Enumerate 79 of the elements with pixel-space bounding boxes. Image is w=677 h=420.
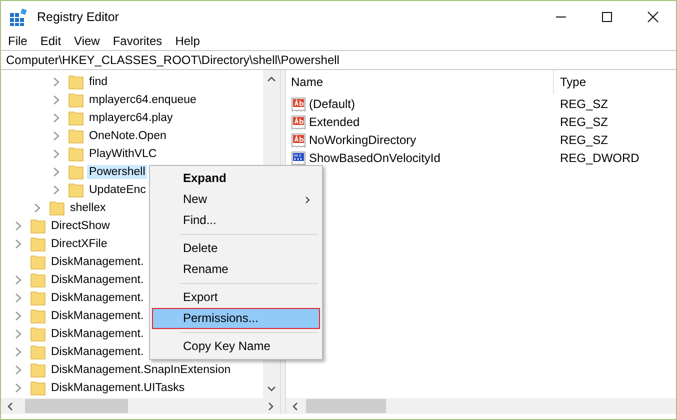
tree-item[interactable]: DiskManagement. xyxy=(49,345,146,359)
tree-item[interactable]: DiskManagement. xyxy=(49,255,146,269)
tree-item[interactable]: OneNote.Open xyxy=(87,129,168,143)
tree-item[interactable]: mplayerc64.play xyxy=(87,111,175,125)
folder-icon xyxy=(30,254,46,270)
string-value-icon xyxy=(291,132,307,148)
tree-item[interactable]: DiskManagement.SnapInExtension xyxy=(49,363,233,377)
tree-item[interactable]: PlayWithVLC xyxy=(87,147,159,161)
tree-item[interactable]: DiskManagement. xyxy=(49,291,146,305)
chevron-icon[interactable] xyxy=(34,203,41,213)
tree-item[interactable]: shellex xyxy=(68,201,108,215)
tree-item[interactable]: DirectXFile xyxy=(49,237,110,251)
folder-icon xyxy=(68,164,84,180)
value-type: REG_SZ xyxy=(559,115,608,129)
folder-icon xyxy=(30,218,46,234)
menu-item[interactable]: Copy Key Name xyxy=(152,336,320,357)
folder-icon xyxy=(30,290,46,306)
menu-item[interactable]: Find... xyxy=(152,210,320,231)
close-icon[interactable] xyxy=(647,10,659,22)
submenu-chevron-icon xyxy=(305,196,310,204)
menu-item[interactable]: Export xyxy=(152,287,320,308)
value-name[interactable]: NoWorkingDirectory xyxy=(309,133,416,147)
address-field[interactable]: Computer\HKEY_CLASSES_ROOT\Directory\shell\Powershell xyxy=(1,50,676,70)
tree-item[interactable]: DiskManagement. xyxy=(49,327,146,341)
scroll-thumb[interactable] xyxy=(25,399,128,413)
menu-item[interactable]: Help xyxy=(175,34,200,48)
string-value-icon xyxy=(291,96,307,112)
folder-icon xyxy=(68,182,84,198)
folder-icon xyxy=(30,344,46,360)
folder-icon xyxy=(68,146,84,162)
scroll-up-icon[interactable] xyxy=(267,76,276,82)
value-type: REG_DWORD xyxy=(559,151,640,165)
horizontal-scrollbar[interactable] xyxy=(286,398,676,414)
value-name[interactable]: (Default) xyxy=(309,97,356,111)
menu-item[interactable]: File xyxy=(8,34,28,48)
value-type: REG_SZ xyxy=(559,97,608,111)
folder-icon xyxy=(30,362,46,378)
registry-cubes-icon xyxy=(9,8,27,26)
menu-item[interactable]: Permissions... xyxy=(152,308,320,329)
folder-icon xyxy=(49,200,65,216)
folder-icon xyxy=(68,128,84,144)
column-header[interactable]: Type xyxy=(554,75,586,89)
value-name[interactable]: Extended xyxy=(309,115,360,129)
value-type: REG_SZ xyxy=(559,133,608,147)
binary-value-icon xyxy=(291,150,307,166)
folder-icon xyxy=(68,92,84,108)
string-value-icon xyxy=(291,114,307,130)
scroll-down-icon[interactable] xyxy=(267,386,276,392)
tree-item[interactable]: Powershell xyxy=(87,165,148,179)
scroll-right-icon[interactable] xyxy=(268,402,274,410)
folder-icon xyxy=(30,326,46,342)
maximize-icon[interactable] xyxy=(601,10,613,22)
window-title: Registry Editor xyxy=(37,10,119,24)
folder-icon xyxy=(68,110,84,126)
scroll-thumb[interactable] xyxy=(306,399,386,413)
menu-item[interactable]: Delete xyxy=(152,238,320,259)
folder-icon xyxy=(68,74,84,90)
value-name[interactable]: ShowBasedOnVelocityId xyxy=(309,151,440,165)
folder-icon xyxy=(30,272,46,288)
folder-icon xyxy=(30,236,46,252)
menu-item[interactable]: Expand xyxy=(152,168,320,189)
folder-icon xyxy=(30,380,46,396)
tree-item[interactable]: DiskManagement. xyxy=(49,273,146,287)
scroll-left-icon[interactable] xyxy=(7,402,13,410)
column-header[interactable]: Name xyxy=(286,70,554,94)
menu-item[interactable]: New xyxy=(152,189,320,210)
tree-item[interactable]: DirectShow xyxy=(49,219,112,233)
horizontal-scrollbar[interactable] xyxy=(1,398,280,414)
menu-item[interactable]: Favorites xyxy=(112,34,162,48)
tree-item[interactable]: find xyxy=(87,75,110,89)
menu-item[interactable]: View xyxy=(74,34,100,48)
tree-item[interactable]: DiskManagement. xyxy=(49,309,146,323)
tree-item[interactable]: DiskManagement.UITasks xyxy=(49,381,187,395)
folder-icon xyxy=(30,308,46,324)
tree-item[interactable]: mplayerc64.enqueue xyxy=(87,93,198,107)
menu-item[interactable]: Rename xyxy=(152,259,320,280)
menu-item[interactable]: Edit xyxy=(40,34,62,48)
scroll-left-icon[interactable] xyxy=(292,402,298,410)
tree-item[interactable]: UpdateEnc xyxy=(87,183,148,197)
